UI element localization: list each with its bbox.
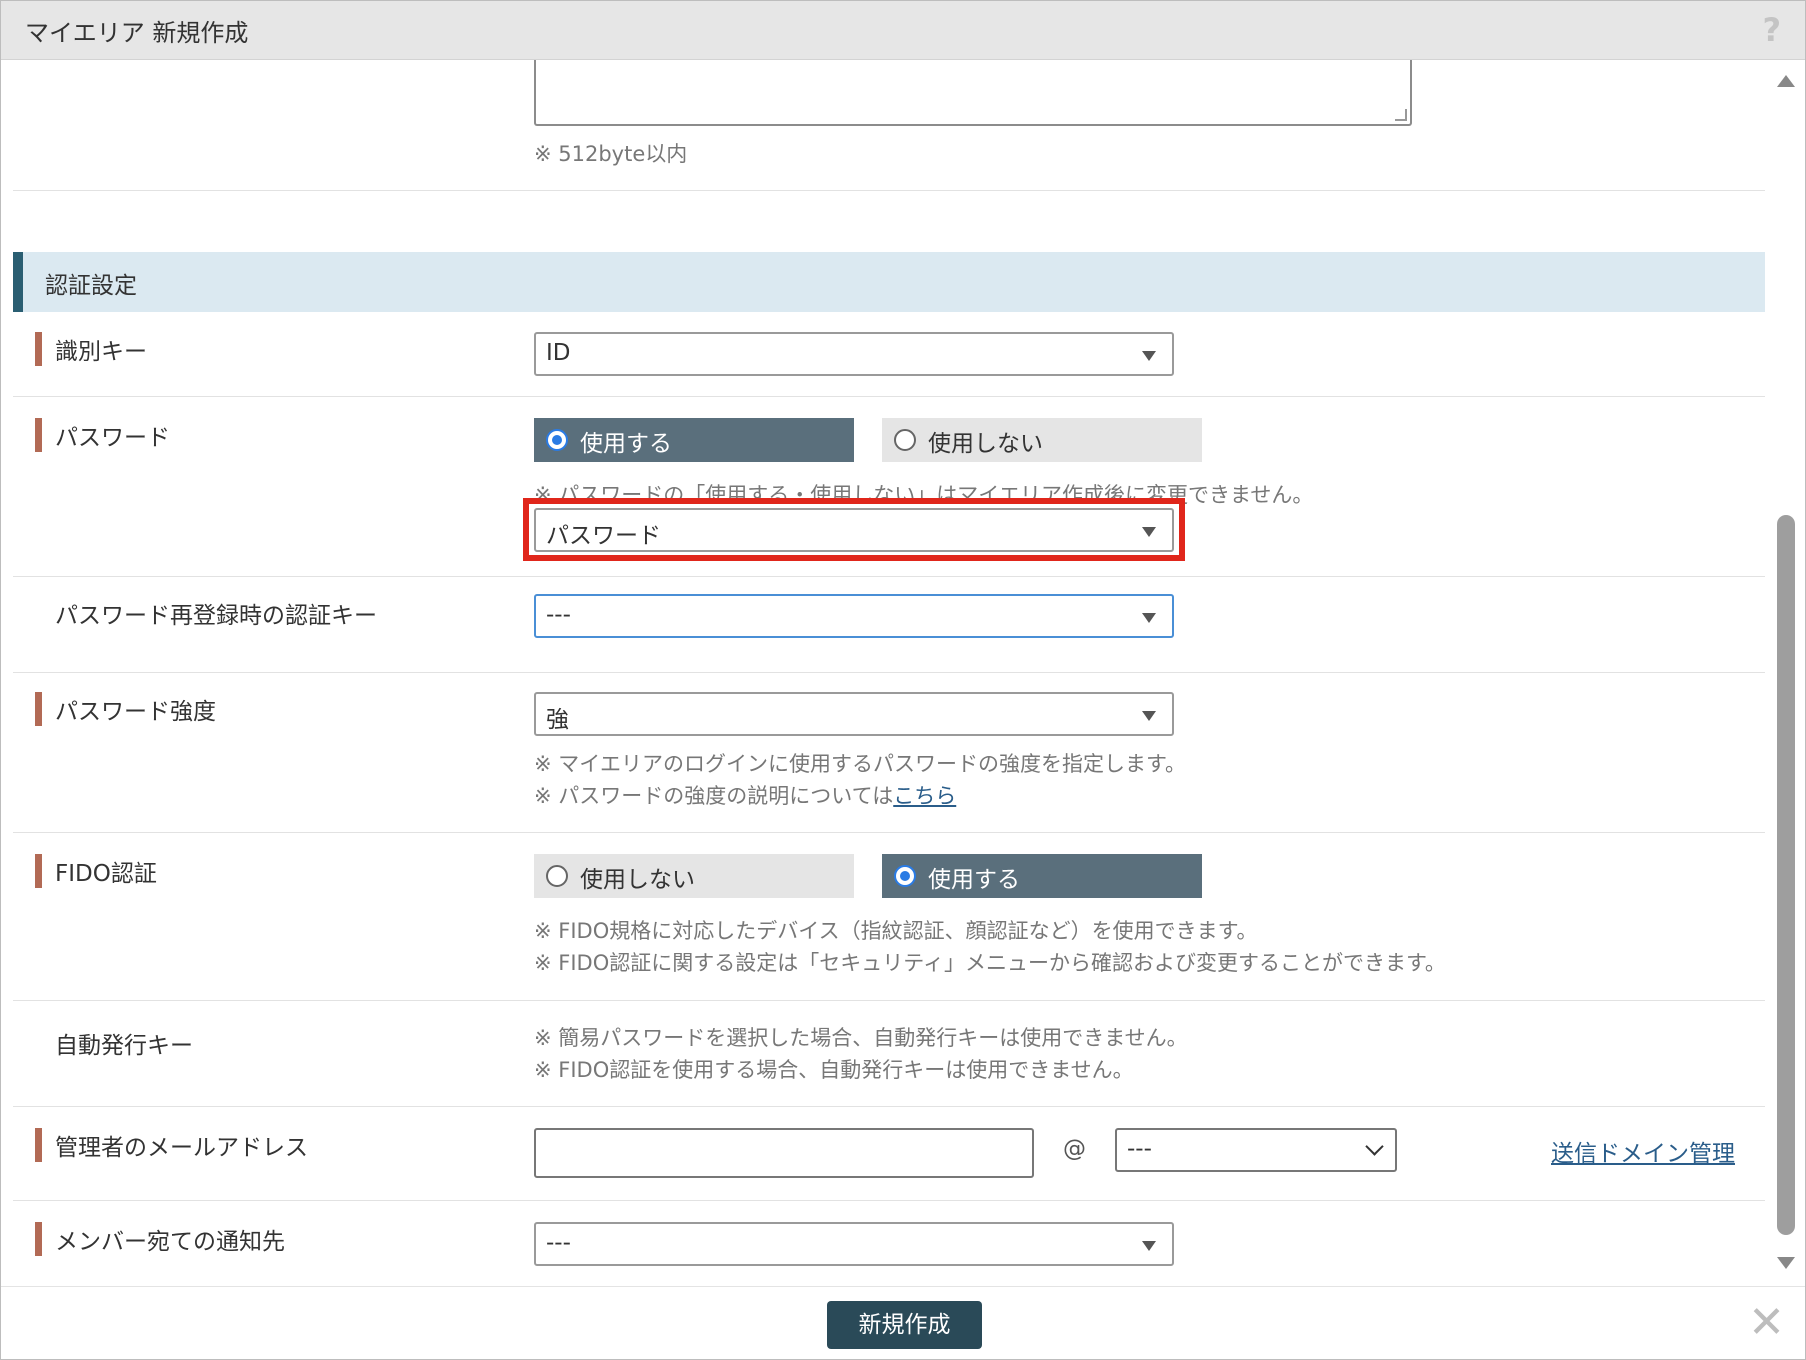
section-title: 認証設定 [45, 273, 137, 299]
divider [13, 190, 1765, 191]
radio-label: 使用する [928, 867, 1020, 893]
fido-use-radio[interactable]: 使用する [882, 854, 1202, 898]
divider [13, 576, 1765, 577]
fido-label: FIDO認証 [35, 854, 157, 888]
admin-email-local-input[interactable] [534, 1128, 1034, 1178]
radio-selected-icon [894, 865, 916, 887]
password-no-radio[interactable]: 使用しない [882, 418, 1202, 462]
scroll-down-icon[interactable] [1777, 1257, 1795, 1269]
admin-email-domain-select[interactable]: --- [1115, 1128, 1397, 1172]
password-label: パスワード [35, 418, 170, 452]
reregister-key-label: パスワード再登録時の認証キー [55, 603, 377, 629]
strength-help-link[interactable]: こちら [893, 784, 956, 808]
dropdown-arrow-icon [1142, 1241, 1156, 1251]
member-notify-value: --- [546, 1230, 571, 1256]
password-strength-label: パスワード強度 [35, 692, 216, 726]
divider [13, 396, 1765, 397]
highlight-box [523, 498, 1185, 561]
strength-note-2-text: ※ パスワードの強度の説明については [534, 784, 894, 808]
strength-note-2: ※ パスワードの強度の説明についてはこちら [534, 780, 956, 810]
radio-unselected-icon [546, 865, 568, 887]
auto-key-note-2: ※ FIDO認証を使用する場合、自動発行キーは使用できません。 [534, 1058, 1134, 1082]
divider [13, 832, 1765, 833]
identifier-key-label: 識別キー [35, 332, 147, 366]
radio-label: 使用しない [580, 867, 695, 893]
dialog-footer: 新規作成 ✕ [1, 1286, 1805, 1359]
radio-label: 使用しない [928, 431, 1043, 457]
close-icon[interactable]: ✕ [1748, 1297, 1785, 1348]
scrollbar-thumb[interactable] [1777, 515, 1795, 1235]
at-sign: @ [1063, 1136, 1086, 1162]
divider [13, 672, 1765, 673]
resize-handle-icon[interactable] [1395, 109, 1407, 121]
password-strength-select[interactable]: 強 [534, 692, 1174, 736]
radio-selected-icon [546, 429, 568, 451]
create-button[interactable]: 新規作成 [827, 1301, 982, 1349]
help-icon[interactable]: ? [1762, 11, 1781, 49]
dropdown-arrow-icon [1142, 351, 1156, 361]
divider [13, 1106, 1765, 1107]
dialog-titlebar: マイエリア 新規作成 ? [1, 1, 1805, 60]
admin-email-domain-value: --- [1127, 1136, 1152, 1162]
radio-unselected-icon [894, 429, 916, 451]
member-notify-label: メンバー宛ての通知先 [35, 1222, 285, 1256]
radio-label: 使用する [580, 431, 672, 457]
section-header-auth: 認証設定 [13, 252, 1765, 312]
dialog-title: マイエリア 新規作成 [25, 19, 249, 47]
divider [13, 1000, 1765, 1001]
password-use-radio[interactable]: 使用する [534, 418, 854, 462]
description-note: ※ 512byte以内 [534, 142, 688, 166]
description-textarea[interactable] [534, 60, 1412, 126]
reregister-key-select[interactable]: --- [534, 594, 1174, 638]
member-notify-select[interactable]: --- [534, 1222, 1174, 1266]
dropdown-arrow-icon [1142, 711, 1156, 721]
sender-domain-link[interactable]: 送信ドメイン管理 [1551, 1134, 1735, 1168]
password-strength-value: 強 [546, 707, 569, 733]
fido-no-radio[interactable]: 使用しない [534, 854, 854, 898]
dropdown-arrow-icon [1142, 613, 1156, 623]
dialog-window: マイエリア 新規作成 ? ※ 512byte以内 認証設定 識別キー ID パス… [0, 0, 1806, 1360]
chevron-down-icon [1365, 1137, 1384, 1156]
strength-note-1: ※ マイエリアのログインに使用するパスワードの強度を指定します。 [534, 752, 1186, 776]
identifier-key-select[interactable]: ID [534, 332, 1174, 376]
fido-note-2: ※ FIDO認証に関する設定は「セキュリティ」メニューから確認および変更すること… [534, 951, 1446, 975]
auto-key-label: 自動発行キー [55, 1033, 193, 1059]
admin-email-label: 管理者のメールアドレス [35, 1128, 308, 1162]
auto-key-note-1: ※ 簡易パスワードを選択した場合、自動発行キーは使用できません。 [534, 1026, 1188, 1050]
dialog-body: ※ 512byte以内 認証設定 識別キー ID パスワード 使用する 使用しな… [1, 60, 1765, 1286]
reregister-key-value: --- [546, 602, 571, 628]
divider [13, 1200, 1765, 1201]
scroll-up-icon[interactable] [1777, 75, 1795, 87]
fido-note-1: ※ FIDO規格に対応したデバイス（指紋認証、顔認証など）を使用できます。 [534, 919, 1258, 943]
identifier-key-value: ID [546, 340, 571, 366]
